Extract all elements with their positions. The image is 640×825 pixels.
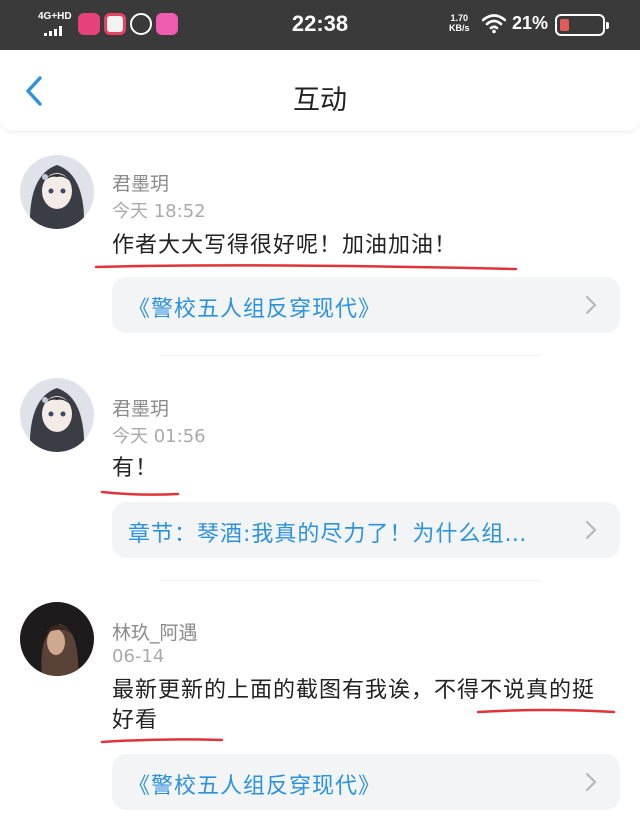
comment-time: 06-14	[112, 646, 165, 667]
reference-card[interactable]: 章节：琴酒:我真的尽力了！为什么组…	[112, 502, 620, 558]
battery-icon	[555, 14, 609, 36]
comment-text: 作者大大写得很好呢！加油加油！	[112, 233, 458, 258]
app-notification-icon	[156, 13, 178, 35]
battery-percent: 21%	[512, 13, 549, 33]
red-underline-annotation	[94, 264, 518, 271]
wifi-icon	[482, 14, 506, 34]
reference-card[interactable]: 《警校五人组反穿现代》	[112, 277, 620, 333]
app-notification-icon	[78, 13, 100, 35]
page-title: 互动	[293, 85, 347, 116]
network-speed: 1.70 KB/s	[449, 13, 470, 33]
red-underline-annotation	[100, 738, 224, 744]
divider	[160, 355, 540, 356]
avatar[interactable]	[20, 155, 94, 229]
red-underline-annotation	[100, 490, 180, 496]
network-type: 4G+HD	[38, 11, 72, 22]
comment-time: 今天 01:56	[112, 426, 206, 447]
chevron-left-icon[interactable]	[18, 74, 52, 108]
reference-title: 《警校五人组反穿现代》	[128, 774, 382, 799]
signal-bars-icon	[44, 26, 66, 36]
chevron-right-icon	[585, 295, 597, 315]
app-notification-icon	[104, 13, 126, 35]
chevron-right-icon	[585, 520, 597, 540]
comment-item: 林玖_阿遇 06-14 最新更新的上面的截图有我诶，不得不说真的挺好看 《警校五…	[0, 602, 640, 825]
avatar[interactable]	[20, 378, 94, 452]
avatar[interactable]	[20, 602, 94, 676]
status-bar: 4G+HD 22:38 1.70 KB/s 21%	[0, 0, 640, 50]
comment-time: 今天 18:52	[112, 201, 206, 222]
reference-card[interactable]: 《警校五人组反穿现代》	[112, 754, 620, 810]
username[interactable]: 林玖_阿遇	[112, 618, 198, 645]
comment-item: 君墨玥 今天 18:52 作者大大写得很好呢！加油加油！ 《警校五人组反穿现代》	[0, 155, 640, 360]
red-underline-annotation	[476, 708, 616, 714]
username[interactable]: 君墨玥	[112, 394, 169, 421]
speed-unit: KB/s	[449, 23, 470, 33]
divider	[160, 580, 540, 581]
speed-value: 1.70	[450, 13, 469, 23]
clock: 22:38	[291, 11, 349, 36]
username[interactable]: 君墨玥	[112, 169, 169, 196]
comment-item: 君墨玥 今天 01:56 有！ 章节：琴酒:我真的尽力了！为什么组…	[0, 378, 640, 583]
reference-title: 章节：琴酒:我真的尽力了！为什么组…	[128, 522, 528, 547]
app-notification-icon	[130, 13, 152, 35]
nav-bar: 互动	[0, 50, 640, 132]
reference-title: 《警校五人组反穿现代》	[128, 297, 382, 322]
comment-text: 有！	[112, 456, 159, 481]
chevron-right-icon	[585, 772, 597, 792]
